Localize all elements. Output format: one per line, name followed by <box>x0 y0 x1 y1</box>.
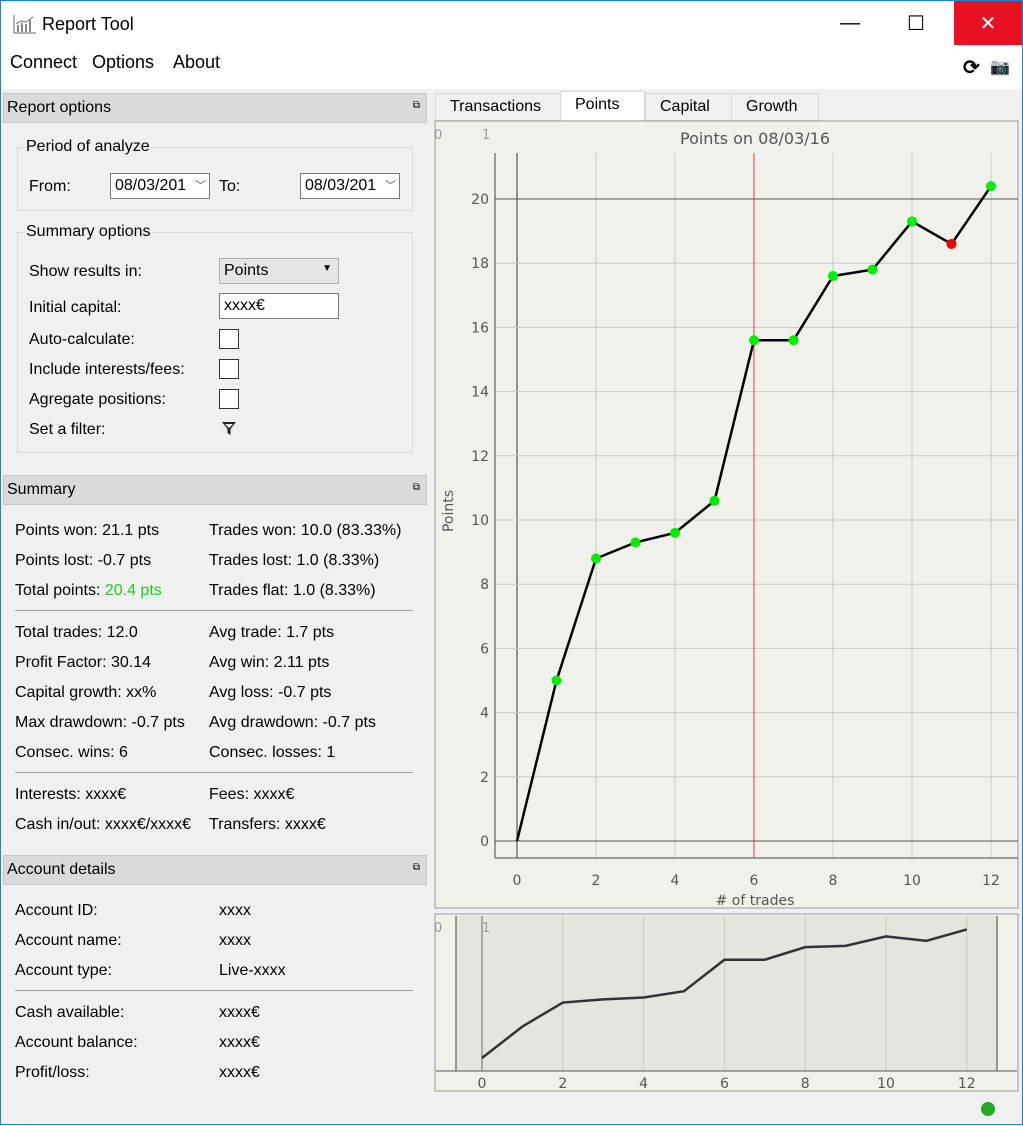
y-tick-label: 0 <box>480 834 489 850</box>
x-tick-label: 6 <box>750 873 759 889</box>
y-tick-label: 16 <box>471 320 489 336</box>
gain-point <box>630 537 641 548</box>
points-chart[interactable]: 0 2 4 6 8 10 1202468101214161820Points on 08/0… <box>1 1 1023 1126</box>
y-tick-label: 20 <box>471 192 489 208</box>
overview-tick-label: 4 <box>639 1076 648 1092</box>
y-tick-label: 8 <box>480 577 489 593</box>
x-tick-label: 12 <box>982 873 1000 889</box>
corner-label: 1 <box>482 128 490 143</box>
gain-point <box>907 216 917 227</box>
chart-title: Points on 08/03/16 <box>680 129 830 148</box>
x-tick-label: 2 <box>592 873 601 889</box>
gain-point <box>591 553 601 564</box>
y-tick-label: 10 <box>471 513 489 529</box>
overview-tick-label: 8 <box>801 1076 810 1092</box>
loss-point <box>946 238 957 249</box>
gain-point <box>828 271 838 282</box>
y-axis-label: Points <box>441 490 457 532</box>
overview-tick-label: 10 <box>877 1076 895 1092</box>
x-axis-label: # of trades <box>716 893 795 909</box>
gain-point <box>867 264 878 275</box>
y-tick-label: 6 <box>480 641 489 657</box>
y-tick-label: 12 <box>471 449 489 465</box>
overview-tick-label: 0 <box>478 1076 487 1092</box>
gain-point <box>749 335 759 346</box>
x-tick-label: 8 <box>829 873 838 889</box>
chart-frame <box>434 120 1019 909</box>
connection-status-icon <box>981 1102 995 1116</box>
overview-corner-label: 0 <box>434 921 442 936</box>
gain-point <box>986 181 996 192</box>
y-tick-label: 14 <box>471 385 489 401</box>
overview-corner-label: 1 <box>482 921 490 936</box>
x-tick-label: 4 <box>671 873 680 889</box>
overview-tick-label: 6 <box>720 1076 729 1092</box>
y-tick-label: 4 <box>480 706 489 722</box>
gain-point <box>670 527 680 538</box>
x-tick-label: 10 <box>903 873 921 889</box>
overview-tick-label: 12 <box>958 1076 976 1092</box>
corner-label: 0 <box>434 128 442 143</box>
y-tick-label: 2 <box>480 770 489 786</box>
overview-tick-label: 2 <box>558 1076 567 1092</box>
gain-point <box>709 495 720 506</box>
gain-point <box>551 675 562 686</box>
x-tick-label: 0 <box>513 873 522 889</box>
y-tick-label: 18 <box>471 256 489 272</box>
gain-point <box>788 335 799 346</box>
